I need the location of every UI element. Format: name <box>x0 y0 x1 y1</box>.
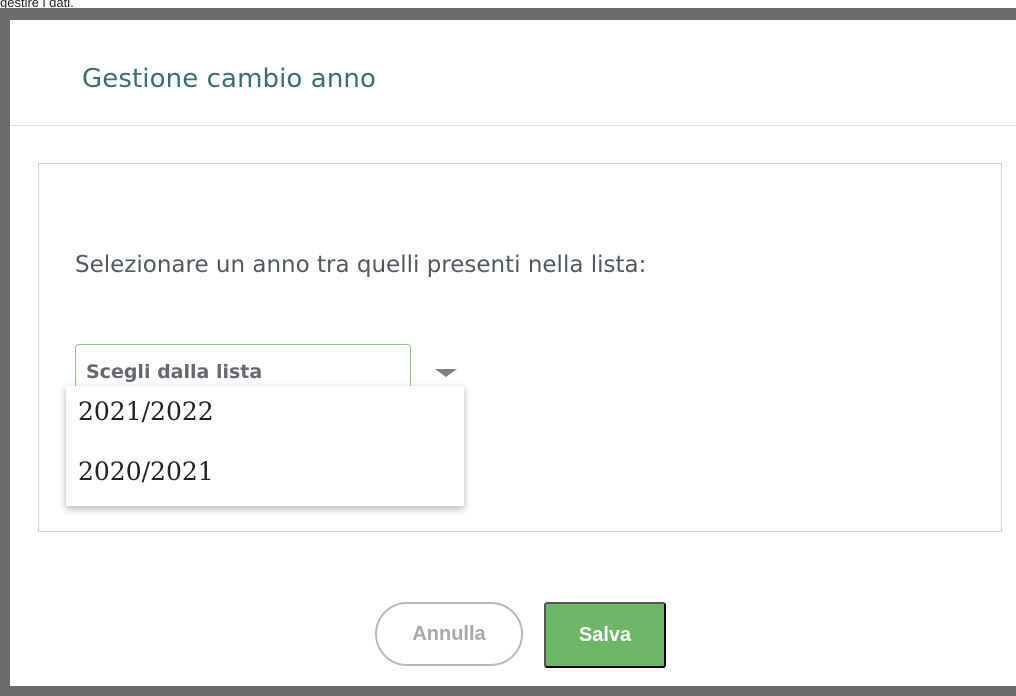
chevron-down-icon[interactable] <box>435 369 457 377</box>
year-select-placeholder: Scegli dalla lista <box>86 361 263 383</box>
change-year-dialog: Gestione cambio anno Selezionare un anno… <box>10 20 1016 686</box>
year-dropdown-list: 2021/2022 2020/2021 <box>66 386 464 506</box>
cancel-button[interactable]: Annulla <box>375 602 523 666</box>
year-option-2021-2022[interactable]: 2021/2022 <box>78 397 214 426</box>
year-option-2020-2021[interactable]: 2020/2021 <box>78 457 214 486</box>
dialog-title: Gestione cambio anno <box>82 64 377 94</box>
save-button[interactable]: Salva <box>544 602 666 668</box>
dialog-header: Gestione cambio anno <box>10 20 1016 126</box>
select-year-prompt: Selezionare un anno tra quelli presenti … <box>75 252 647 278</box>
